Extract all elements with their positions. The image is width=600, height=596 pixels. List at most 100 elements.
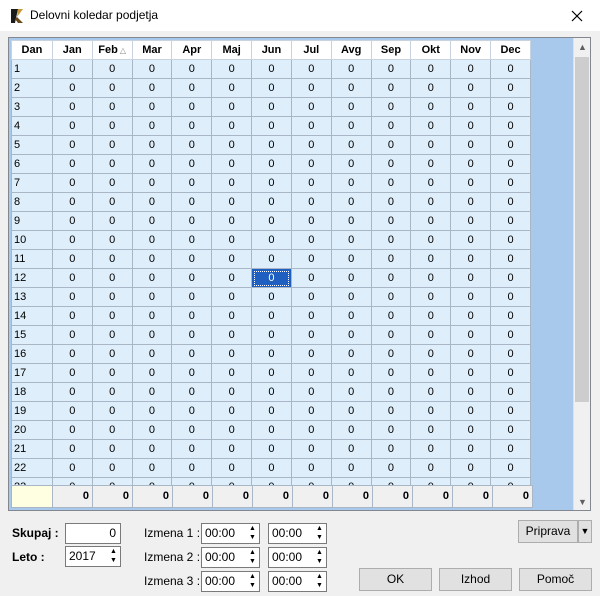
grid-cell[interactable]: 0 — [330, 211, 372, 231]
grid-cell[interactable]: 0 — [211, 439, 253, 459]
grid-cell[interactable]: 0 — [211, 211, 253, 231]
skupaj-field[interactable]: 0 — [65, 523, 121, 544]
grid-cell[interactable]: 0 — [171, 306, 213, 326]
grid-cell[interactable]: 0 — [91, 154, 133, 174]
grid-cell[interactable]: 0 — [211, 287, 253, 307]
grid-cell[interactable]: 0 — [330, 420, 372, 440]
grid-cell[interactable]: 0 — [450, 230, 492, 250]
grid-cell[interactable]: 0 — [290, 173, 332, 193]
grid-cell[interactable]: 0 — [51, 97, 93, 117]
grid-cell[interactable]: 0 — [171, 211, 213, 231]
grid-cell[interactable]: 0 — [410, 249, 452, 269]
column-header-okt[interactable]: Okt — [410, 40, 452, 60]
grid-cell[interactable]: 0 — [131, 287, 173, 307]
grid-cell[interactable]: 0 — [490, 97, 531, 117]
grid-cell[interactable]: 0 — [490, 173, 531, 193]
grid-cell[interactable]: 0 — [171, 173, 213, 193]
grid-cell[interactable]: 0 — [251, 192, 292, 212]
grid-cell[interactable]: 0 — [490, 59, 531, 79]
grid-cell[interactable]: 0 — [251, 401, 292, 421]
grid-cell[interactable]: 0 — [171, 135, 213, 155]
grid-cell[interactable]: 0 — [490, 382, 531, 402]
column-header-mar[interactable]: Mar — [131, 40, 173, 60]
grid-cell[interactable]: 0 — [251, 59, 292, 79]
grid-cell[interactable]: 0 — [450, 306, 492, 326]
grid-cell[interactable]: 0 — [410, 135, 452, 155]
grid-cell[interactable]: 0 — [410, 78, 452, 98]
grid-cell[interactable]: 0 — [450, 59, 492, 79]
grid-cell[interactable]: 0 — [410, 439, 452, 459]
grid-cell[interactable]: 0 — [131, 249, 173, 269]
grid-cell[interactable]: 0 — [450, 287, 492, 307]
grid-cell[interactable]: 0 — [171, 382, 213, 402]
grid-cell[interactable]: 0 — [410, 420, 452, 440]
column-header-avg[interactable]: Avg — [330, 40, 372, 60]
grid-cell[interactable]: 0 — [171, 59, 213, 79]
grid-cell[interactable]: 0 — [51, 287, 93, 307]
grid-cell[interactable]: 0 — [410, 363, 452, 383]
grid-cell[interactable]: 0 — [370, 59, 412, 79]
grid-cell[interactable]: 0 — [410, 458, 452, 478]
grid-cell[interactable]: 0 — [330, 306, 372, 326]
grid-cell[interactable]: 0 — [410, 325, 452, 345]
grid-cell[interactable]: 0 — [490, 192, 531, 212]
grid-cell[interactable]: 0 — [370, 230, 412, 250]
grid-cell[interactable]: 0 — [450, 363, 492, 383]
grid-cell[interactable]: 0 — [211, 97, 253, 117]
grid-cell[interactable]: 0 — [330, 173, 372, 193]
grid-cell[interactable]: 0 — [171, 97, 213, 117]
grid-cell[interactable]: 0 — [211, 135, 253, 155]
spinner-arrows-icon[interactable]: ▲ ▼ — [246, 572, 259, 591]
grid-cell[interactable]: 0 — [211, 154, 253, 174]
grid-cell[interactable]: 0 — [370, 325, 412, 345]
grid-cell[interactable]: 0 — [290, 78, 332, 98]
grid-cell[interactable]: 0 — [131, 97, 173, 117]
grid-cell[interactable]: 0 — [251, 439, 292, 459]
grid-cell[interactable]: 0 — [171, 192, 213, 212]
grid-cell[interactable]: 0 — [370, 249, 412, 269]
leto-spinner[interactable]: 2017 ▲ ▼ — [65, 546, 121, 567]
grid-cell[interactable]: 0 — [330, 249, 372, 269]
izhod-button[interactable]: Izhod — [439, 568, 512, 591]
grid-cell[interactable]: 0 — [450, 325, 492, 345]
grid-cell[interactable]: 0 — [51, 382, 93, 402]
grid-cell[interactable]: 0 — [51, 439, 93, 459]
grid-cell[interactable]: 0 — [370, 458, 412, 478]
grid-cell[interactable]: 0 — [370, 97, 412, 117]
grid-cell[interactable]: 0 — [370, 192, 412, 212]
grid-cell[interactable]: 0 — [211, 325, 253, 345]
column-header-jul[interactable]: Jul — [290, 40, 332, 60]
grid-cell[interactable]: 0 — [91, 439, 133, 459]
grid-cell[interactable]: 0 — [91, 287, 133, 307]
grid-cell[interactable]: 0 — [251, 97, 292, 117]
grid-cell[interactable]: 0 — [131, 154, 173, 174]
grid-cell[interactable]: 0 — [211, 268, 253, 288]
grid-cell[interactable]: 0 — [171, 325, 213, 345]
grid-cell[interactable]: 0 — [290, 382, 332, 402]
grid-cell[interactable]: 0 — [131, 439, 173, 459]
grid-cell[interactable]: 0 — [290, 458, 332, 478]
grid-cell[interactable]: 0 — [410, 116, 452, 136]
grid-cell[interactable]: 0 — [211, 173, 253, 193]
grid-cell[interactable]: 0 — [370, 211, 412, 231]
grid-cell[interactable]: 0 — [251, 249, 292, 269]
column-header-dec[interactable]: Dec — [490, 40, 531, 60]
grid-cell[interactable]: 0 — [490, 363, 531, 383]
grid-cell[interactable]: 0 — [251, 477, 292, 485]
grid-cell[interactable]: 0 — [251, 363, 292, 383]
grid-cell[interactable]: 0 — [370, 78, 412, 98]
grid-cell[interactable]: 0 — [370, 420, 412, 440]
column-header-apr[interactable]: Apr — [171, 40, 213, 60]
grid-cell[interactable]: 0 — [211, 401, 253, 421]
grid-cell[interactable]: 0 — [171, 420, 213, 440]
grid-cell[interactable]: 0 — [131, 116, 173, 136]
grid-cell[interactable]: 0 — [330, 325, 372, 345]
grid-cell[interactable]: 0 — [290, 344, 332, 364]
column-header-nov[interactable]: Nov — [450, 40, 492, 60]
grid-cell[interactable]: 0 — [251, 325, 292, 345]
grid-cell[interactable]: 0 — [51, 401, 93, 421]
grid-cell[interactable]: 0 — [450, 458, 492, 478]
grid-cell[interactable]: 0 — [131, 268, 173, 288]
grid-cell[interactable]: 0 — [251, 173, 292, 193]
grid-cell[interactable]: 0 — [91, 420, 133, 440]
